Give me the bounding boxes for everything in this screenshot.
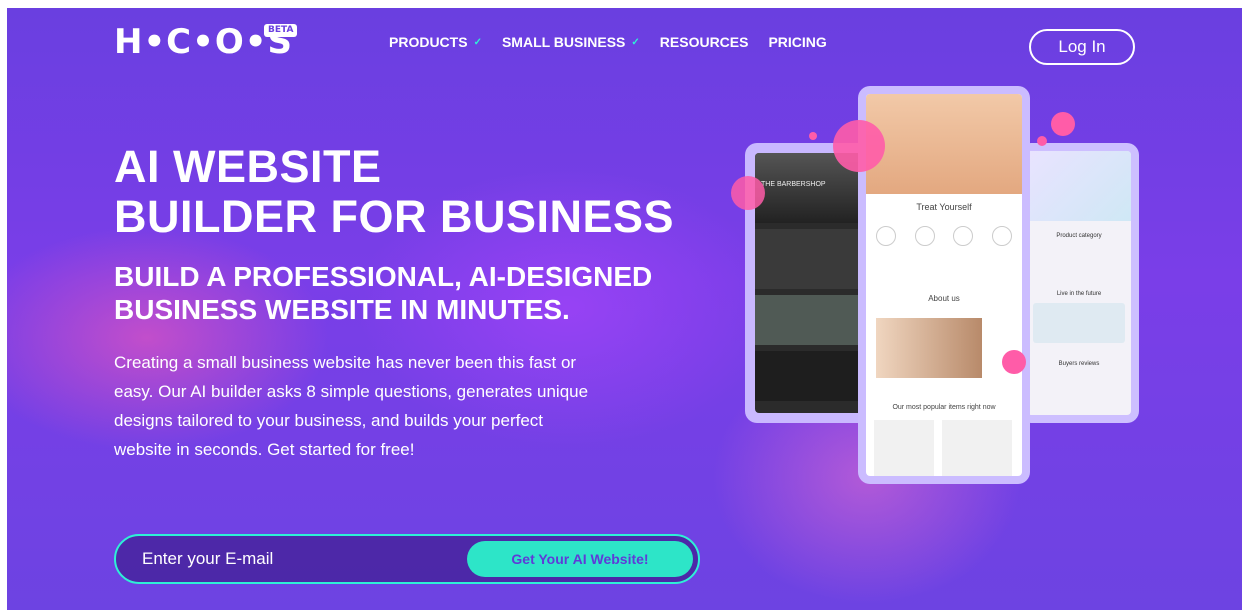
nav-label: RESOURCES xyxy=(659,34,749,50)
hero-description: Creating a small business website has ne… xyxy=(114,353,589,459)
reviews-title: Buyers reviews xyxy=(1058,361,1100,367)
faces-image xyxy=(876,318,982,378)
chevron-down-icon: ✓ xyxy=(631,36,640,48)
product-card xyxy=(942,420,1012,476)
skincare-screen: Treat Yourself About us Our most popular… xyxy=(866,94,1022,476)
decor-bubble xyxy=(809,132,817,140)
nav-label: SMALL BUSINESS xyxy=(501,34,626,50)
future-image xyxy=(1033,303,1125,343)
nav-item-pricing[interactable]: PRICING xyxy=(768,34,826,50)
hero-section: H•C•O•S BETA PRODUCTS ✓ SMALL BUSINESS ✓… xyxy=(7,8,1242,610)
phone-hero-image xyxy=(1027,151,1131,221)
treat-yourself-title: Treat Yourself xyxy=(916,202,972,212)
service-icon xyxy=(953,226,974,246)
about-us-title: About us xyxy=(928,294,960,303)
beta-badge: BETA xyxy=(264,24,298,37)
decor-bubble xyxy=(1037,136,1047,146)
get-ai-website-button[interactable]: Get Your AI Website! xyxy=(467,541,693,577)
hero-subtitle-line1: BUILD A PROFESSIONAL, AI-DESIGNED xyxy=(114,261,653,292)
product-card xyxy=(874,420,934,476)
nav-label: PRICING xyxy=(768,34,827,50)
hero-subtitle: BUILD A PROFESSIONAL, AI-DESIGNED BUSINE… xyxy=(114,260,652,326)
mockup-right: Product category Live in the future Buye… xyxy=(1019,143,1139,423)
decor-bubble xyxy=(833,120,885,172)
hero-title-line2: BUILDER FOR BUSINESS xyxy=(114,191,675,242)
email-input[interactable] xyxy=(142,536,462,582)
service-icons xyxy=(876,226,1012,254)
hero-title: AI WEBSITE BUILDER FOR BUSINESS xyxy=(114,142,674,242)
logo[interactable]: H•C•O•S BETA xyxy=(114,22,298,62)
nav-item-products[interactable]: PRODUCTS ✓ xyxy=(389,34,482,50)
decor-bubble xyxy=(1051,112,1075,136)
hero-subtitle-line2: BUSINESS WEBSITE IN MINUTES. xyxy=(114,294,570,325)
service-icon xyxy=(991,226,1012,246)
decor-bubble xyxy=(1002,350,1026,374)
main-nav: PRODUCTS ✓ SMALL BUSINESS ✓ RESOURCES PR… xyxy=(389,34,847,50)
popular-items-title: Our most popular items right now xyxy=(892,404,996,411)
signup-form: Get Your AI Website! xyxy=(114,534,700,584)
nav-label: PRODUCTS xyxy=(389,34,468,50)
product-category-title: Product category xyxy=(1056,233,1102,239)
service-icon xyxy=(914,226,935,246)
chevron-down-icon: ✓ xyxy=(473,36,482,48)
nav-item-small-business[interactable]: SMALL BUSINESS ✓ xyxy=(502,34,640,50)
hero-title-line1: AI WEBSITE xyxy=(114,141,382,192)
service-icon xyxy=(876,226,896,246)
login-button[interactable]: Log In xyxy=(1029,29,1135,65)
nav-item-resources[interactable]: RESOURCES xyxy=(660,34,749,50)
decor-bubble xyxy=(731,176,765,210)
model-hero-image xyxy=(866,94,1022,194)
live-future-title: Live in the future xyxy=(1056,291,1102,297)
shop-screen: Product category Live in the future Buye… xyxy=(1027,151,1131,415)
